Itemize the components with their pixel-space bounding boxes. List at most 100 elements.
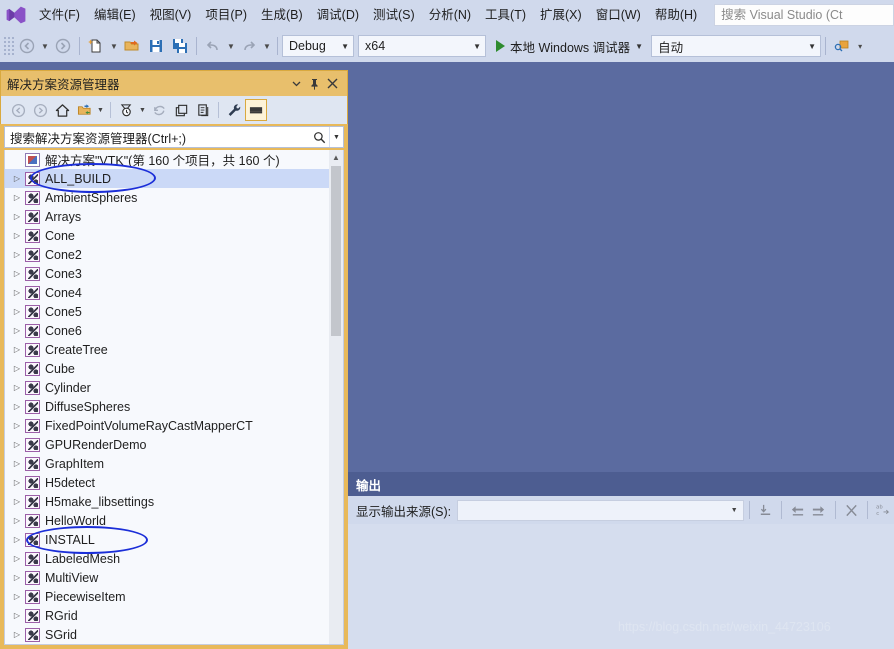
tree-row-helloworld[interactable]: ▷ HelloWorld	[5, 511, 331, 530]
go-to-previous-message-icon[interactable]	[787, 499, 808, 521]
solution-configuration-combo[interactable]: Debug ▼	[282, 35, 354, 57]
expander-icon[interactable]: ▷	[9, 459, 25, 468]
expander-icon[interactable]: ▷	[9, 269, 25, 278]
expander-icon[interactable]: ▷	[9, 554, 25, 563]
solution-explorer-tree[interactable]: 解决方案"VTK"(第 160 个项目，共 160 个) ▷ ALL_BUILD…	[4, 150, 344, 645]
expander-icon[interactable]: ▷	[9, 288, 25, 297]
expander-icon[interactable]: ▷	[9, 383, 25, 392]
tree-row-cylinder[interactable]: ▷ Cylinder	[5, 378, 331, 397]
expander-icon[interactable]: ▷	[9, 516, 25, 525]
collapse-all-icon[interactable]	[170, 99, 192, 121]
tree-row-sgrid[interactable]: ▷ SGrid	[5, 625, 331, 644]
menu-help[interactable]: 帮助(H)	[648, 0, 704, 30]
menu-edit[interactable]: 编辑(E)	[87, 0, 143, 30]
tree-row-diffusespheres[interactable]: ▷ DiffuseSpheres	[5, 397, 331, 416]
solution-platform-combo[interactable]: x64 ▼	[358, 35, 486, 57]
expander-icon[interactable]: ▷	[9, 345, 25, 354]
navigate-back-dropdown-icon[interactable]: ▼	[39, 34, 51, 58]
new-item-icon[interactable]	[84, 34, 108, 58]
expander-icon[interactable]: ▷	[9, 174, 25, 183]
tree-row-cone2[interactable]: ▷ Cone2	[5, 245, 331, 264]
expander-icon[interactable]: ▷	[9, 326, 25, 335]
close-icon[interactable]	[323, 74, 341, 94]
tree-row-multiview[interactable]: ▷ MultiView	[5, 568, 331, 587]
tree-row-cone4[interactable]: ▷ Cone4	[5, 283, 331, 302]
tree-row-h5detect[interactable]: ▷ H5detect	[5, 473, 331, 492]
toolbar-grip[interactable]	[3, 36, 15, 56]
expander-icon[interactable]: ▷	[9, 212, 25, 221]
tree-row-solution[interactable]: 解决方案"VTK"(第 160 个项目，共 160 个)	[5, 150, 331, 169]
tree-row-arrays[interactable]: ▷ Arrays	[5, 207, 331, 226]
tree-row-createtree[interactable]: ▷ CreateTree	[5, 340, 331, 359]
menu-window[interactable]: 窗口(W)	[589, 0, 648, 30]
expander-icon[interactable]: ▷	[9, 630, 25, 639]
expander-icon[interactable]: ▷	[9, 231, 25, 240]
select-startup-item-icon[interactable]	[830, 34, 854, 58]
menu-test[interactable]: 测试(S)	[366, 0, 422, 30]
preview-selected-items-icon[interactable]	[245, 99, 267, 121]
chevron-down-icon[interactable]: ▼	[137, 99, 148, 121]
undo-dropdown-icon[interactable]: ▼	[225, 34, 237, 58]
menu-debug[interactable]: 调试(D)	[310, 0, 366, 30]
navigate-forward-icon[interactable]	[51, 34, 75, 58]
menu-project[interactable]: 项目(P)	[198, 0, 254, 30]
expander-icon[interactable]: ▷	[9, 592, 25, 601]
tree-row-graphitem[interactable]: ▷ GraphItem	[5, 454, 331, 473]
toggle-word-wrap-icon[interactable]: ab c	[873, 499, 894, 521]
expander-icon[interactable]: ▷	[9, 573, 25, 582]
menu-build[interactable]: 生成(B)	[254, 0, 310, 30]
new-item-dropdown-icon[interactable]: ▼	[108, 34, 120, 58]
expander-icon[interactable]: ▷	[9, 421, 25, 430]
pin-icon[interactable]	[305, 74, 323, 94]
tree-row-all-build[interactable]: ▷ ALL_BUILD	[5, 169, 331, 188]
expander-icon[interactable]: ▷	[9, 497, 25, 506]
tree-row-cone5[interactable]: ▷ Cone5	[5, 302, 331, 321]
expander-icon[interactable]: ▷	[9, 478, 25, 487]
tree-row-install[interactable]: ▷ INSTALL	[5, 530, 331, 549]
scroll-up-icon[interactable]: ▲	[329, 150, 343, 164]
expander-icon[interactable]: ▷	[9, 307, 25, 316]
tree-row-partial[interactable]: ▷	[5, 644, 331, 645]
scrollbar-thumb[interactable]	[331, 166, 341, 336]
tree-row-cube[interactable]: ▷ Cube	[5, 359, 331, 378]
tree-row-cone[interactable]: ▷ Cone	[5, 226, 331, 245]
expander-icon[interactable]: ▷	[9, 611, 25, 620]
menu-view[interactable]: 视图(V)	[143, 0, 199, 30]
tree-row-h5make-libsettings[interactable]: ▷ H5make_libsettings	[5, 492, 331, 511]
solution-explorer-search[interactable]: 搜索解决方案资源管理器(Ctrl+;) ▼	[4, 126, 344, 148]
refresh-icon[interactable]	[148, 99, 170, 121]
output-source-combo[interactable]: ▼	[457, 499, 744, 521]
pending-changes-filter-icon[interactable]	[115, 99, 137, 121]
tree-row-rgrid[interactable]: ▷ RGrid	[5, 606, 331, 625]
attach-target-combo[interactable]: 自动 ▼	[651, 35, 822, 57]
chevron-down-icon[interactable]: ▼	[635, 42, 643, 51]
clear-all-icon[interactable]	[840, 499, 861, 521]
tree-vertical-scrollbar[interactable]: ▲	[329, 150, 343, 644]
expander-icon[interactable]: ▷	[9, 250, 25, 259]
search-input[interactable]: 搜索解决方案资源管理器(Ctrl+;)	[5, 128, 309, 147]
save-all-icon[interactable]	[168, 34, 192, 58]
tree-row-cone6[interactable]: ▷ Cone6	[5, 321, 331, 340]
properties-icon[interactable]	[223, 99, 245, 121]
expander-icon[interactable]: ▷	[9, 402, 25, 411]
show-all-files-icon[interactable]	[192, 99, 214, 121]
menu-tools[interactable]: 工具(T)	[478, 0, 533, 30]
tree-row-cone3[interactable]: ▷ Cone3	[5, 264, 331, 283]
save-icon[interactable]	[144, 34, 168, 58]
menu-file[interactable]: 文件(F)	[32, 0, 87, 30]
tree-row-labeledmesh[interactable]: ▷ LabeledMesh	[5, 549, 331, 568]
search-options-dropdown-icon[interactable]: ▼	[329, 127, 343, 147]
undo-icon[interactable]	[201, 34, 225, 58]
menu-extensions[interactable]: 扩展(X)	[533, 0, 589, 30]
open-file-icon[interactable]	[120, 34, 144, 58]
tree-row-piecewiseitem[interactable]: ▷ PiecewiseItem	[5, 587, 331, 606]
chevron-down-icon[interactable]: ▼	[95, 99, 106, 121]
home-icon[interactable]	[51, 99, 73, 121]
redo-dropdown-icon[interactable]: ▼	[261, 34, 273, 58]
forward-icon[interactable]	[29, 99, 51, 121]
expander-icon[interactable]: ▷	[9, 364, 25, 373]
menu-analyze[interactable]: 分析(N)	[422, 0, 478, 30]
go-to-message-icon[interactable]	[755, 499, 776, 521]
redo-icon[interactable]	[237, 34, 261, 58]
expander-icon[interactable]: ▷	[9, 535, 25, 544]
